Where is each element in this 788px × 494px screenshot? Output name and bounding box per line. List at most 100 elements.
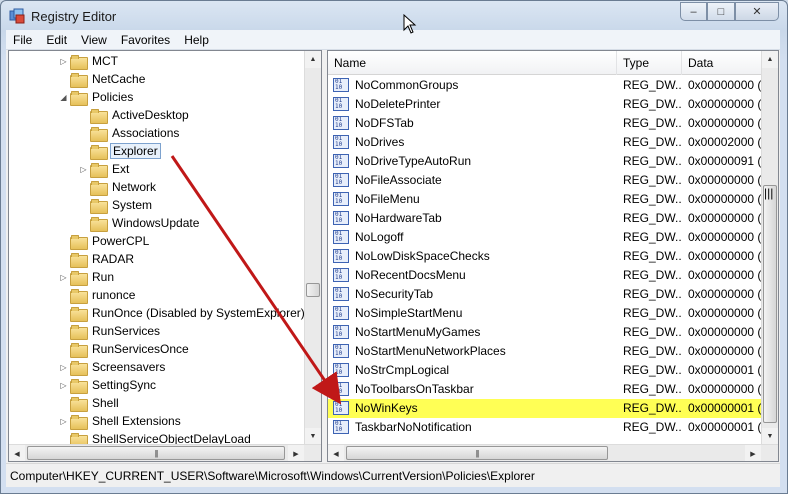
tree-item[interactable]: ActiveDesktop bbox=[79, 106, 191, 124]
tree-item[interactable]: WindowsUpdate bbox=[79, 214, 201, 232]
scroll-right-icon[interactable]: ▶ bbox=[745, 445, 761, 461]
value-row[interactable]: 0110 NoSecurityTab REG_DW... 0x00000000 (0) bbox=[328, 285, 763, 304]
value-row[interactable]: 01 10 NoStartMenuNetworkPlaces REG_DW... 0x0… bbox=[328, 342, 763, 361]
tree-item[interactable]: ▷ Screensavers bbox=[59, 358, 167, 376]
title-bar[interactable]: Registry Editor – □ ✕ bbox=[1, 1, 787, 31]
tree-item-label[interactable]: Ext bbox=[110, 161, 131, 177]
scroll-up-icon[interactable]: ▲ bbox=[305, 51, 321, 68]
value-row[interactable]: 0110 NoHardwareTab REG_DW... 0x00000000 (0) bbox=[328, 209, 763, 228]
scroll-left-icon[interactable]: ◀ bbox=[9, 445, 25, 461]
values-list-pane[interactable]: Name Type Data 01 10 NoCommonGroups REG_DW.… bbox=[327, 50, 779, 462]
value-row[interactable]: 01 10 NoDriveTypeAutoRun REG_DW... 0x0000009… bbox=[328, 152, 763, 171]
value-row[interactable]: 01 10 NoRecentDocsMenu REG_DW... 0x00000000 … bbox=[328, 266, 763, 285]
folder-icon bbox=[70, 360, 88, 376]
scroll-right-icon[interactable]: ▶ bbox=[288, 445, 304, 461]
tree-item[interactable]: ▷ Run bbox=[59, 268, 116, 286]
list-hscroll-thumb[interactable]: ||| bbox=[346, 446, 608, 460]
menu-help[interactable]: Help bbox=[177, 33, 216, 47]
tree-item-label[interactable]: System bbox=[110, 197, 154, 213]
maximize-button[interactable]: □ bbox=[707, 2, 735, 21]
scroll-left-icon[interactable]: ◀ bbox=[328, 445, 344, 461]
tree-item-label[interactable]: Shell bbox=[90, 395, 121, 411]
tree-item-label[interactable]: RunOnce (Disabled by SystemExplorer) bbox=[90, 305, 307, 321]
tree-item-label[interactable]: ActiveDesktop bbox=[110, 107, 191, 123]
expand-arrow-icon[interactable]: ▷ bbox=[59, 358, 68, 376]
expand-arrow-icon[interactable]: ▷ bbox=[59, 412, 68, 430]
list-horizontal-scrollbar[interactable]: ◀ ||| ▶ bbox=[328, 444, 778, 461]
tree-item-label[interactable]: Network bbox=[110, 179, 158, 195]
value-row[interactable]: 0110 NoDrives REG_DW... 0x00002000 (8192) bbox=[328, 133, 763, 152]
tree-item[interactable]: PowerCPL bbox=[59, 232, 151, 250]
tree-item-label[interactable]: SettingSync bbox=[90, 377, 158, 393]
tree-item[interactable]: ▷ SettingSync bbox=[59, 376, 158, 394]
tree-item[interactable]: RunServicesOnce bbox=[59, 340, 191, 358]
value-row[interactable]: 0110 NoLogoff REG_DW... 0x00000000 (0) bbox=[328, 228, 763, 247]
tree-hscroll-thumb[interactable]: ||| bbox=[27, 446, 285, 460]
tree-scroll-thumb[interactable] bbox=[306, 283, 320, 297]
tree-item[interactable]: ▷ Shell Extensions bbox=[59, 412, 183, 430]
tree-item-label[interactable]: WindowsUpdate bbox=[110, 215, 201, 231]
tree-item-label[interactable]: Screensavers bbox=[90, 359, 167, 375]
menu-edit[interactable]: Edit bbox=[39, 33, 74, 47]
tree-item[interactable]: Explorer bbox=[79, 142, 161, 160]
value-row[interactable]: 0110 NoDFSTab REG_DW... 0x00000000 (0) bbox=[328, 114, 763, 133]
scroll-down-icon[interactable]: ▼ bbox=[305, 428, 321, 445]
tree-horizontal-scrollbar[interactable]: ◀ ||| ▶ bbox=[9, 444, 321, 461]
tree-item[interactable]: RunServices bbox=[59, 322, 162, 340]
value-row[interactable]: 01 10 TaskbarNoNotification REG_DW... 0x0000… bbox=[328, 418, 763, 437]
expand-arrow-icon[interactable]: ▷ bbox=[59, 52, 68, 70]
value-type: REG_DW... bbox=[623, 116, 682, 130]
tree-item-label[interactable]: PowerCPL bbox=[90, 233, 151, 249]
tree-item-label[interactable]: RunServices bbox=[90, 323, 162, 339]
tree-item[interactable]: runonce bbox=[59, 286, 137, 304]
close-button[interactable]: ✕ bbox=[735, 2, 779, 21]
tree-item-label[interactable]: Policies bbox=[90, 89, 135, 105]
registry-tree-pane[interactable]: ▷ MCT NetCache ◢ Policies ActiveDesktop Associ… bbox=[8, 50, 322, 462]
tree-item-label[interactable]: RADAR bbox=[90, 251, 136, 267]
column-header-data[interactable]: Data bbox=[682, 51, 763, 75]
tree-item-label[interactable]: RunServicesOnce bbox=[90, 341, 191, 357]
tree-item-label[interactable]: MCT bbox=[90, 53, 120, 69]
expand-arrow-icon[interactable]: ◢ bbox=[59, 88, 68, 106]
tree-item[interactable]: RADAR bbox=[59, 250, 136, 268]
expand-arrow-icon[interactable]: ▷ bbox=[59, 268, 68, 286]
tree-item[interactable]: ▷ Ext bbox=[79, 160, 131, 178]
value-row[interactable]: 0110 NoFileAssociate REG_DW... 0x00000000 (… bbox=[328, 171, 763, 190]
tree-item[interactable]: RunOnce (Disabled by SystemExplorer) bbox=[59, 304, 307, 322]
value-row[interactable]: 0110 NoStrCmpLogical REG_DW... 0x00000001 (… bbox=[328, 361, 763, 380]
tree-item-label[interactable]: runonce bbox=[90, 287, 137, 303]
scroll-down-icon[interactable]: ▼ bbox=[762, 428, 778, 445]
tree-item[interactable]: Network bbox=[79, 178, 158, 196]
column-header-type[interactable]: Type bbox=[617, 51, 682, 75]
value-row[interactable]: 01 10 NoLowDiskSpaceChecks REG_DW... 0x00000… bbox=[328, 247, 763, 266]
menu-favorites[interactable]: Favorites bbox=[114, 33, 177, 47]
minimize-button[interactable]: – bbox=[680, 2, 707, 21]
value-row[interactable]: 0110 NoFileMenu REG_DW... 0x00000000 (0) bbox=[328, 190, 763, 209]
tree-item[interactable]: Associations bbox=[79, 124, 181, 142]
tree-item[interactable]: ▷ MCT bbox=[59, 52, 120, 70]
tree-item[interactable]: NetCache bbox=[59, 70, 147, 88]
tree-item[interactable]: ◢ Policies bbox=[59, 88, 135, 106]
list-vertical-scrollbar[interactable]: ▲ ||| ▼ bbox=[761, 51, 778, 445]
tree-item[interactable]: System bbox=[79, 196, 154, 214]
tree-item-label[interactable]: Run bbox=[90, 269, 116, 285]
value-row[interactable]: 01 10 NoToolbarsOnTaskbar REG_DW... 0x000000… bbox=[328, 380, 763, 399]
value-row[interactable]: 0110 NoCommonGroups REG_DW... 0x00000000 (0… bbox=[328, 76, 763, 95]
menu-file[interactable]: File bbox=[6, 33, 39, 47]
expand-arrow-icon[interactable]: ▷ bbox=[59, 376, 68, 394]
tree-item-label[interactable]: Shell Extensions bbox=[90, 413, 183, 429]
value-row[interactable]: 01 10 NoSimpleStartMenu REG_DW... 0x00000000… bbox=[328, 304, 763, 323]
value-row[interactable]: 0110 NoDeletePrinter REG_DW... 0x00000000 (… bbox=[328, 95, 763, 114]
menu-view[interactable]: View bbox=[74, 33, 114, 47]
tree-item-label[interactable]: Explorer bbox=[110, 143, 161, 159]
tree-item-label[interactable]: NetCache bbox=[90, 71, 147, 87]
tree-vertical-scrollbar[interactable]: ▲ ▼ bbox=[304, 51, 321, 445]
expand-arrow-icon[interactable]: ▷ bbox=[79, 160, 88, 178]
column-header-name[interactable]: Name bbox=[328, 51, 617, 75]
value-row[interactable]: 01 10 NoStartMenuMyGames REG_DW... 0x0000000… bbox=[328, 323, 763, 342]
value-row[interactable]: 0110 NoWinKeys REG_DW... 0x00000001 (1) bbox=[328, 399, 763, 418]
tree-item-label[interactable]: Associations bbox=[110, 125, 181, 141]
scroll-up-icon[interactable]: ▲ bbox=[762, 51, 778, 68]
tree-item[interactable]: Shell bbox=[59, 394, 121, 412]
list-scroll-thumb[interactable]: ||| bbox=[763, 185, 777, 423]
